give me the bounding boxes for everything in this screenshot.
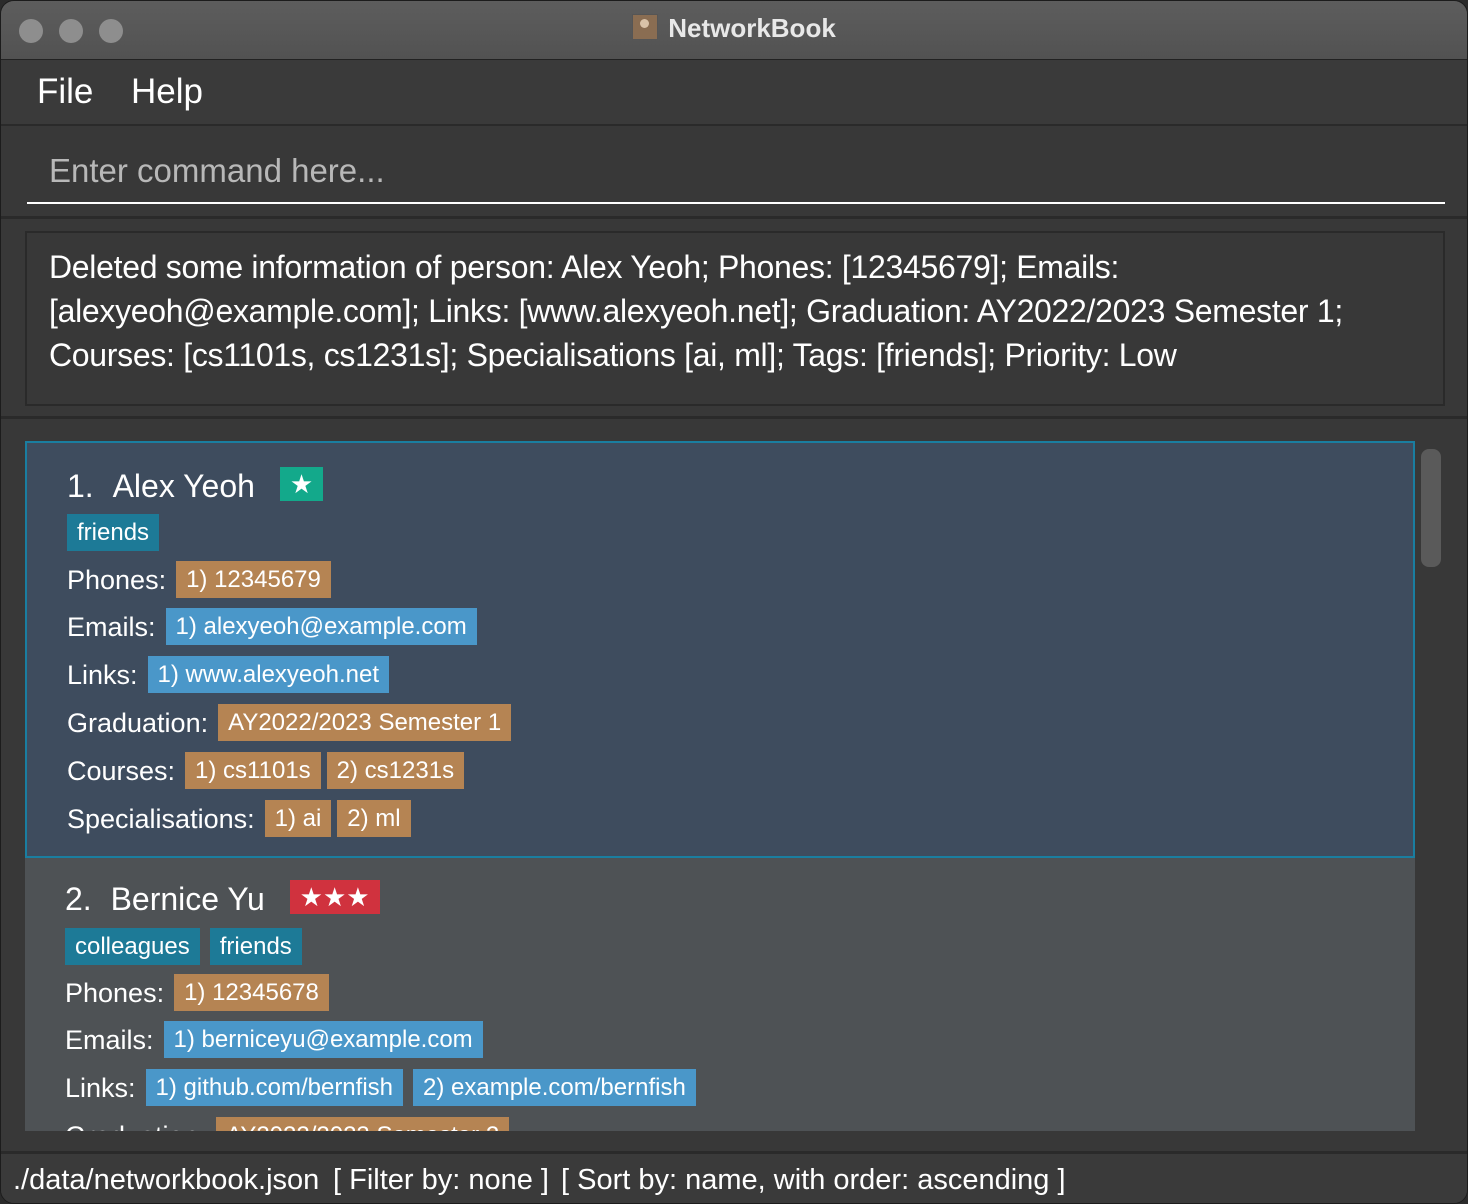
graduation-chip: AY2022/2023 Semester 2 <box>216 1117 510 1131</box>
menu-help[interactable]: Help <box>131 72 203 112</box>
graduation-row: Graduation: AY2022/2023 Semester 1 <box>67 704 517 742</box>
phone-chip: 1) 12345679 <box>176 561 331 598</box>
priority-badge: ★ <box>279 467 324 501</box>
person-list[interactable]: 1. Alex Yeoh ★ friends Phones: 1) 1234567… <box>25 441 1415 1131</box>
app-window: NetworkBook File Help Deleted some infor… <box>0 0 1468 1204</box>
person-index: 1. <box>67 468 94 504</box>
phones-row: Phones: 1) 12345678 <box>65 974 335 1012</box>
person-card-selected[interactable]: 1. Alex Yeoh ★ friends Phones: 1) 1234567… <box>25 441 1415 858</box>
priority-badge: ★★★ <box>289 880 380 914</box>
specialisation-chip: 1) ai <box>264 800 332 837</box>
courses-row: Courses: 1) cs1101s 2) cs1231s <box>67 752 470 790</box>
tag-chip: friends <box>67 514 160 551</box>
person-header: 1. Alex Yeoh ★ <box>67 467 324 505</box>
graduation-label: Graduation: <box>67 708 209 738</box>
email-chip[interactable]: 1) berniceyu@example.com <box>163 1021 483 1058</box>
command-box <box>1 126 1467 219</box>
phone-chip: 1) 12345678 <box>174 974 329 1011</box>
status-sort: [ Sort by: name, with order: ascending ] <box>561 1164 1066 1196</box>
email-chip[interactable]: 1) alexyeoh@example.com <box>165 608 477 645</box>
status-filter: [ Filter by: none ] <box>333 1164 549 1196</box>
course-chip: 2) cs1231s <box>326 752 465 789</box>
link-chip[interactable]: 1) www.alexyeoh.net <box>147 656 389 693</box>
links-label: Links: <box>65 1073 136 1103</box>
emails-label: Emails: <box>67 612 156 642</box>
person-card[interactable]: 2. Bernice Yu ★★★ colleagues friends Phon… <box>25 858 1415 1131</box>
emails-row: Emails: 1) berniceyu@example.com <box>65 1021 489 1059</box>
graduation-chip: AY2022/2023 Semester 1 <box>218 704 512 741</box>
app-icon <box>632 14 659 40</box>
result-line: Courses: [cs1101s, cs1231s]; Specialisat… <box>49 337 1177 373</box>
phones-label: Phones: <box>67 565 167 595</box>
result-line: [alexyeoh@example.com]; Links: [www.alex… <box>49 293 1343 329</box>
tag-chip: colleagues <box>65 928 200 965</box>
phones-row: Phones: 1) 12345679 <box>67 561 337 599</box>
person-index: 2. <box>65 881 92 917</box>
status-file-path: ./data/networkbook.json <box>13 1164 320 1196</box>
title-bar: NetworkBook <box>1 1 1467 60</box>
result-text-box: Deleted some information of person: Alex… <box>25 231 1445 406</box>
emails-label: Emails: <box>65 1025 154 1055</box>
graduation-label: Graduation: <box>65 1117 206 1131</box>
menu-file[interactable]: File <box>37 72 93 112</box>
link-chip[interactable]: 1) github.com/bernfish <box>145 1069 404 1106</box>
status-bar: ./data/networkbook.json [ Filter by: non… <box>1 1151 1467 1203</box>
specialisations-row: Specialisations: 1) ai 2) ml <box>67 800 417 838</box>
result-line: Deleted some information of person: Alex… <box>49 249 1120 285</box>
tags-row: colleagues friends <box>65 928 308 966</box>
course-chip: 1) cs1101s <box>185 752 321 789</box>
emails-row: Emails: 1) alexyeoh@example.com <box>67 608 483 646</box>
window-title: NetworkBook <box>1 13 1467 44</box>
list-scrollbar[interactable] <box>1421 449 1441 567</box>
phones-label: Phones: <box>65 978 165 1008</box>
person-name: Bernice Yu <box>110 881 265 917</box>
person-list-panel: 1. Alex Yeoh ★ friends Phones: 1) 1234567… <box>1 421 1467 1151</box>
specialisations-label: Specialisations: <box>67 804 255 834</box>
links-row: Links: 1) github.com/bernfish 2) example.c… <box>65 1069 702 1107</box>
tags-row: friends <box>67 514 165 552</box>
person-name: Alex Yeoh <box>112 468 255 504</box>
window-title-text: NetworkBook <box>668 13 836 43</box>
result-display: Deleted some information of person: Alex… <box>1 219 1467 419</box>
link-chip[interactable]: 2) example.com/bernfish <box>413 1069 696 1106</box>
links-row: Links: 1) www.alexyeoh.net <box>67 656 395 694</box>
graduation-row: Graduation: AY2022/2023 Semester 2 <box>65 1117 515 1131</box>
command-input[interactable] <box>27 140 1445 204</box>
specialisation-chip: 2) ml <box>337 800 411 837</box>
courses-label: Courses: <box>67 756 176 786</box>
person-header: 2. Bernice Yu ★★★ <box>65 880 380 918</box>
menu-bar: File Help <box>1 60 1467 126</box>
links-label: Links: <box>67 660 138 690</box>
tag-chip: friends <box>209 928 302 965</box>
